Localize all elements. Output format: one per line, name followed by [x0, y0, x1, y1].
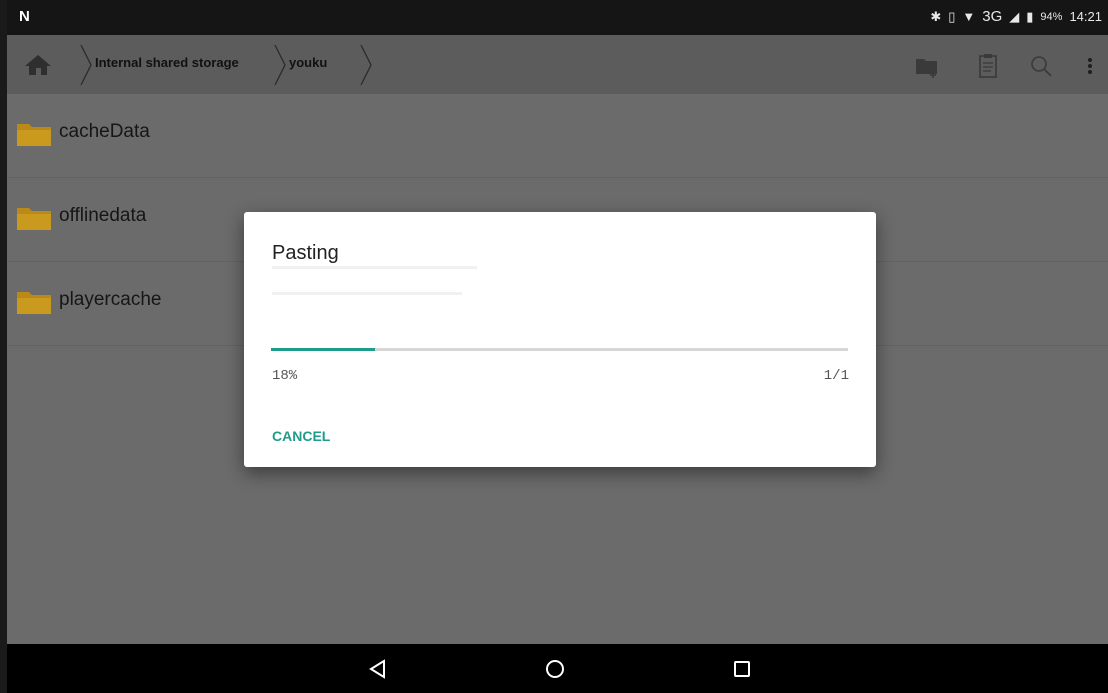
navigation-bar: [7, 644, 1108, 693]
battery-percent: 94%: [1040, 10, 1063, 23]
paste-progress-dialog: Pasting 18% 1/1 CANCEL: [244, 212, 876, 467]
file-name: cacheData: [59, 121, 150, 142]
home-icon[interactable]: [22, 52, 54, 78]
bluetooth-icon: ✱: [930, 8, 942, 24]
clipboard-icon[interactable]: [973, 52, 1003, 80]
progress-bar: [271, 348, 848, 351]
progress-count: 1/1: [823, 368, 849, 384]
screen: N ✱ ▯ ▼ 3G ◢ ▮ 94% 14:21 Internal shared…: [7, 0, 1108, 693]
clock: 14:21: [1069, 9, 1102, 24]
breadcrumb-internal-storage[interactable]: Internal shared storage: [95, 55, 239, 70]
battery-icon: ▮: [1026, 8, 1034, 24]
wifi-icon: ▼: [962, 9, 976, 24]
cancel-button[interactable]: CANCEL: [272, 428, 330, 444]
breadcrumb-separator-icon: [80, 44, 92, 86]
dialog-title: Pasting: [272, 242, 339, 264]
breadcrumb-youku[interactable]: youku: [289, 55, 327, 70]
folder-icon: [17, 292, 51, 314]
more-vert-icon[interactable]: [1075, 52, 1105, 80]
notification-n-icon: N: [19, 8, 30, 25]
back-icon[interactable]: [365, 656, 391, 682]
progress-bar-fill: [271, 348, 375, 351]
status-bar: N ✱ ▯ ▼ 3G ◢ ▮ 94% 14:21: [7, 0, 1108, 35]
file-name: offlinedata: [59, 205, 147, 226]
vibrate-icon: ▯: [948, 8, 956, 24]
search-icon[interactable]: [1027, 52, 1057, 80]
status-icons: ✱ ▯ ▼ 3G ◢ ▮ 94% 14:21: [930, 8, 1102, 25]
folder-icon: [17, 208, 51, 230]
signal-icon: ◢: [1009, 8, 1020, 24]
breadcrumb-separator-icon: [360, 44, 372, 86]
list-item[interactable]: cacheData: [7, 94, 1108, 178]
recents-icon[interactable]: [729, 656, 755, 682]
faint-text-line: [272, 292, 462, 295]
progress-percent: 18%: [272, 368, 298, 384]
home-nav-icon[interactable]: [542, 656, 568, 682]
breadcrumb-separator-icon: [274, 44, 286, 86]
file-name: playercache: [59, 289, 162, 310]
folder-icon: [17, 124, 51, 146]
faint-text-line: [272, 266, 477, 269]
network-type: 3G: [982, 8, 1003, 25]
toolbar: Internal shared storage youku: [7, 35, 1108, 94]
new-folder-icon[interactable]: [913, 52, 943, 80]
